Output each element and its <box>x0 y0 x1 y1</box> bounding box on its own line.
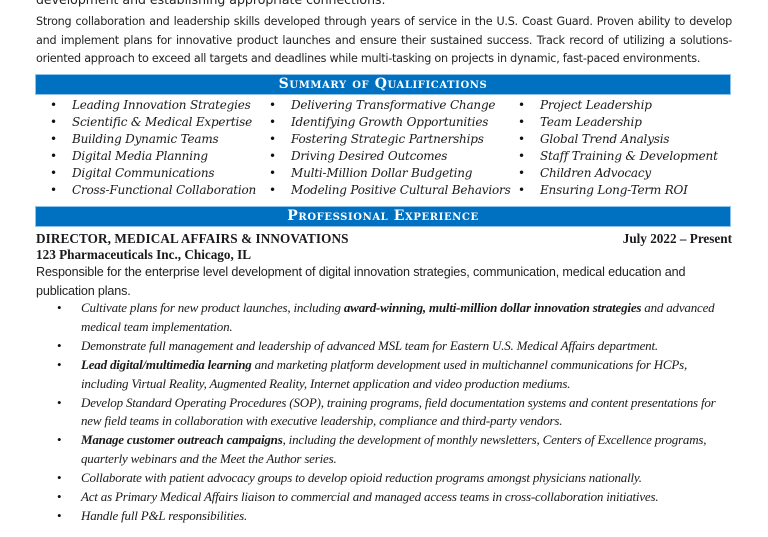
qualification-item: • Ensuring Long-Term ROI <box>518 182 718 199</box>
qualification-item: • Modeling Positive Cultural Behaviors <box>269 182 511 199</box>
qualification-item: • Children Advocacy <box>518 165 718 182</box>
bullet-icon: • <box>269 183 276 197</box>
duty-item: • Lead digital/multimedia learning and ma… <box>57 356 733 394</box>
bullet-icon: • <box>269 166 276 180</box>
bullet-icon: • <box>518 132 525 146</box>
qualification-label: Fostering Strategic Partnerships <box>291 132 484 146</box>
duty-item: • Develop Standard Operating Procedures (… <box>57 394 733 432</box>
bullet-icon: • <box>50 115 57 129</box>
duty-item: • Demonstrate full management and leaders… <box>57 337 733 356</box>
duty-item: • Act as Primary Medical Affairs liaison … <box>57 488 733 507</box>
bullet-icon: • <box>57 507 62 523</box>
section-heading-experience: Professional Experience <box>35 206 731 227</box>
duty-item: • Collaborate with patient advocacy group… <box>57 469 733 488</box>
bullet-icon: • <box>269 115 276 129</box>
qualification-item: • Digital Communications <box>50 165 256 182</box>
qualification-label: Project Leadership <box>540 98 652 112</box>
qualification-label: Driving Desired Outcomes <box>291 149 448 163</box>
duty-item: • Handle full P&L responsibilities. <box>57 507 733 526</box>
qualification-item: • Driving Desired Outcomes <box>269 148 511 165</box>
bullet-icon: • <box>518 183 525 197</box>
qualification-item: • Global Trend Analysis <box>518 131 718 148</box>
bullet-icon: • <box>269 149 276 163</box>
duty-text: Cultivate plans for new product launches… <box>81 300 344 315</box>
duty-item: • Manage customer outreach campaigns, inc… <box>57 431 733 469</box>
qualification-label: Multi-Million Dollar Budgeting <box>291 166 473 180</box>
company-location: 123 Pharmaceuticals Inc., Chicago, IL <box>36 247 252 262</box>
qualification-item: • Team Leadership <box>518 114 718 131</box>
qualification-item: • Delivering Transformative Change <box>269 97 511 114</box>
bullet-icon: • <box>518 115 525 129</box>
qualification-item: • Leading Innovation Strategies <box>50 97 256 114</box>
profile-paragraph: Strong collaboration and leadership skil… <box>36 15 732 65</box>
bullet-icon: • <box>57 356 62 372</box>
qualification-item: • Scientific & Medical Expertise <box>50 114 256 131</box>
duty-text: Develop Standard Operating Procedures (S… <box>81 394 716 429</box>
duty-highlight: Lead digital/multimedia learning <box>81 356 252 372</box>
bullet-icon: • <box>50 98 57 112</box>
previous-paragraph-tail: development and establishing appropriate… <box>36 0 385 7</box>
qualification-label: Ensuring Long-Term ROI <box>540 183 688 197</box>
bullet-icon: • <box>50 166 57 180</box>
qualification-label: Cross-Functional Collaboration <box>72 183 257 197</box>
job-dates: July 2022 – Present <box>622 231 732 246</box>
section-heading-summary: Summary of Qualifications <box>35 74 731 95</box>
qualification-label: Global Trend Analysis <box>540 132 670 146</box>
qualification-label: Delivering Transformative Change <box>291 98 496 112</box>
bullet-icon: • <box>57 394 62 410</box>
bullet-icon: • <box>57 470 62 486</box>
qualification-item: • Identifying Growth Opportunities <box>269 114 511 131</box>
qualification-label: Identifying Growth Opportunities <box>291 115 489 129</box>
qualification-item: • Staff Training & Development <box>518 148 718 165</box>
bullet-icon: • <box>269 98 276 112</box>
bullet-icon: • <box>518 149 525 163</box>
duty-text: Handle full P&L responsibilities. <box>81 507 248 523</box>
bullet-icon: • <box>57 300 62 315</box>
qualifications-column: • Leading Innovation Strategies • Scientifi… <box>50 97 257 199</box>
resume-page: development and establishing appropriate… <box>0 0 768 537</box>
qualification-item: • Cross-Functional Collaboration <box>50 182 257 199</box>
qualification-label: Scientific & Medical Expertise <box>72 115 252 129</box>
qualification-item: • Digital Media Planning <box>50 148 256 165</box>
qualification-label: Team Leadership <box>540 115 642 129</box>
qualification-item: • Building Dynamic Teams <box>50 131 256 148</box>
bullet-icon: • <box>50 183 57 197</box>
duty-highlight: award-winning, multi-million dollar inno… <box>343 300 642 315</box>
bullet-icon: • <box>57 432 62 448</box>
job-duties-list: • Cultivate plans for new product launche… <box>0 299 768 526</box>
qualification-label: Children Advocacy <box>540 166 651 180</box>
bullet-icon: • <box>518 98 525 112</box>
duty-item: • Cultivate plans for new product launche… <box>57 299 733 337</box>
qualification-label: Leading Innovation Strategies <box>72 98 251 112</box>
bullet-icon: • <box>269 132 276 146</box>
qualification-item: • Project Leadership <box>518 97 718 114</box>
qualification-label: Digital Communications <box>72 166 215 180</box>
job-summary: Responsible for the enterprise level dev… <box>36 265 686 298</box>
qualification-item: • Multi-Million Dollar Budgeting <box>269 165 511 182</box>
duty-highlight: Manage customer outreach campaigns <box>81 432 283 448</box>
duty-text: Collaborate with patient advocacy groups… <box>81 470 642 486</box>
qualification-label: Modeling Positive Cultural Behaviors <box>291 183 511 197</box>
qualification-label: Digital Media Planning <box>72 149 208 163</box>
qualification-item: • Fostering Strategic Partnerships <box>269 131 511 148</box>
bullet-icon: • <box>50 132 57 146</box>
qualifications-column: • Delivering Transformative Change • Identi… <box>269 97 511 199</box>
bullet-icon: • <box>57 337 62 353</box>
bullet-icon: • <box>518 166 525 180</box>
duty-text: Demonstrate full management and leadersh… <box>81 337 658 353</box>
qualification-label: Staff Training & Development <box>540 149 718 163</box>
bullet-icon: • <box>57 489 62 505</box>
bullet-icon: • <box>50 149 57 163</box>
qualifications-grid: • Leading Innovation Strategies • Scientifi… <box>0 97 768 202</box>
qualification-label: Building Dynamic Teams <box>72 132 219 146</box>
duty-text: Act as Primary Medical Affairs liaison t… <box>81 489 659 505</box>
qualifications-column: • Project Leadership • Team Leadership • Glob… <box>518 97 718 199</box>
